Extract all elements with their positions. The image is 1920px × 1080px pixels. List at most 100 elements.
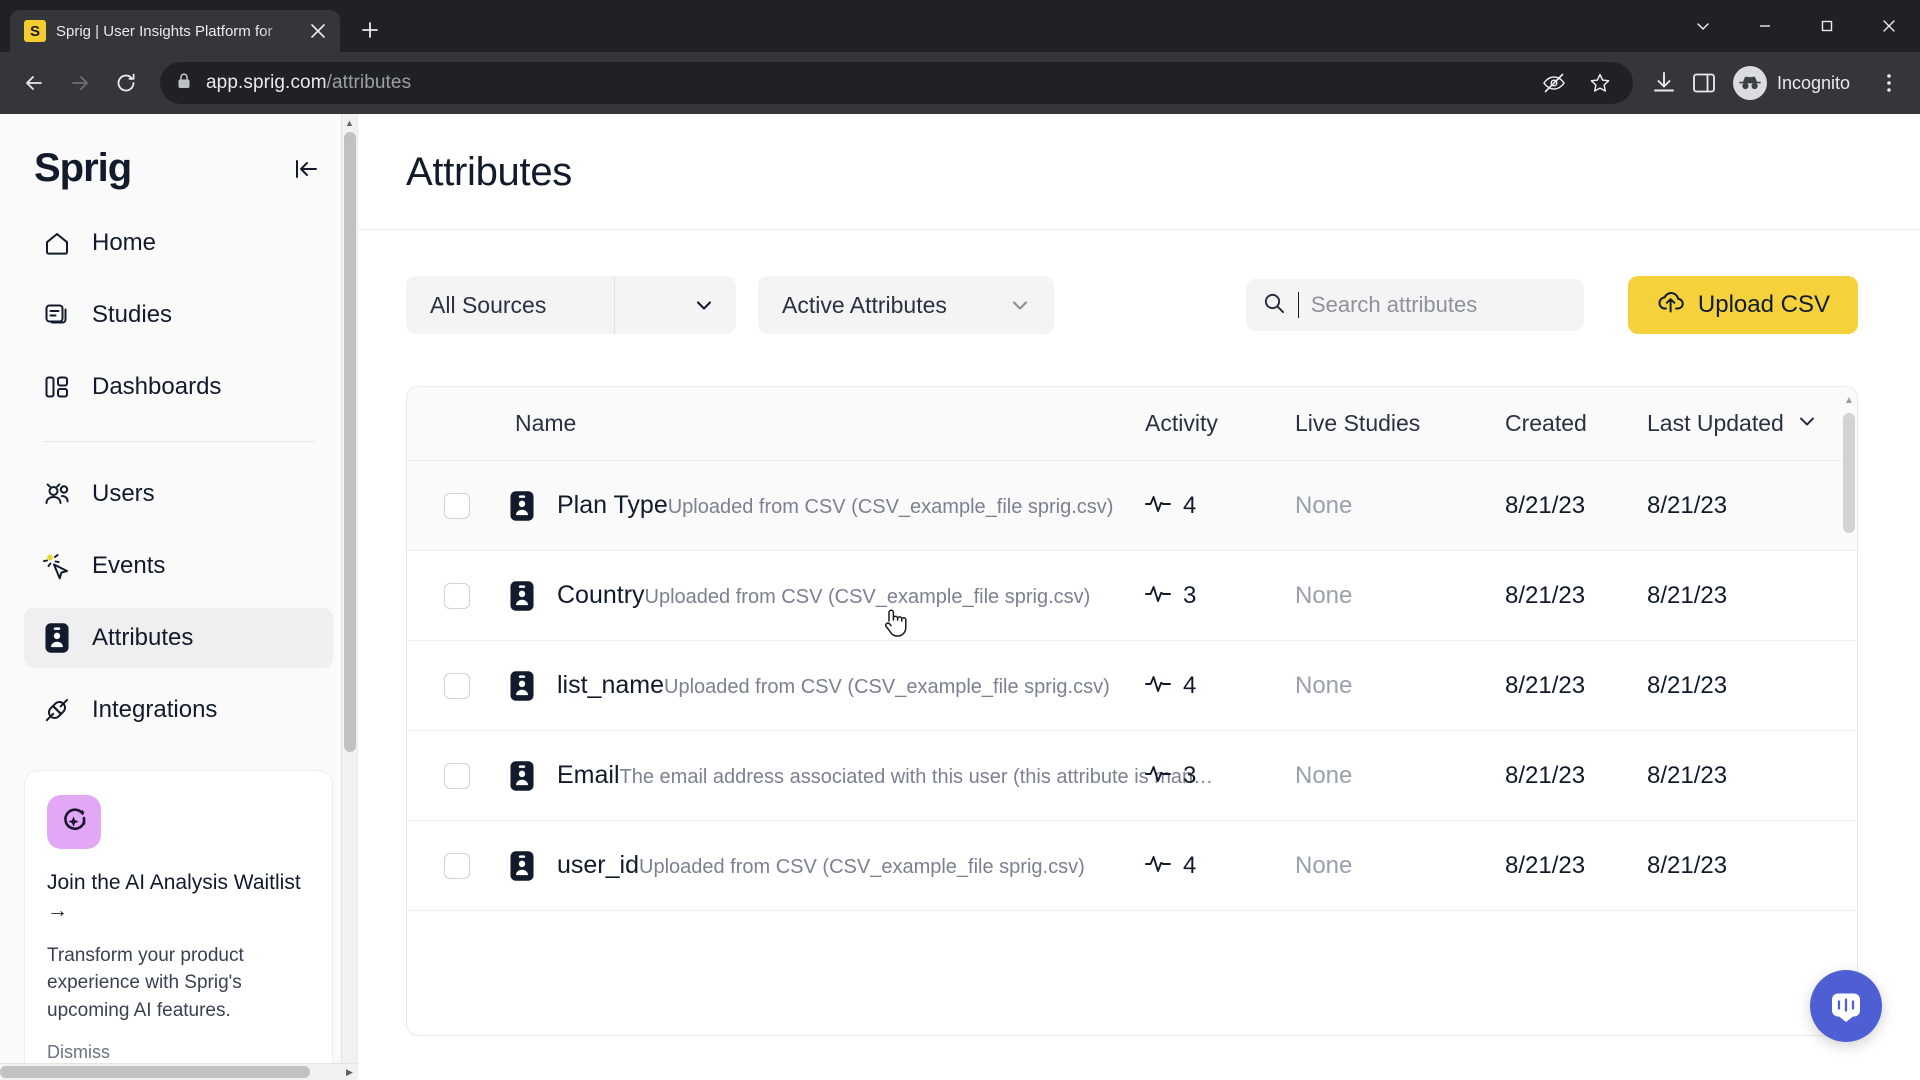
reload-button[interactable] — [106, 63, 146, 103]
column-header-name[interactable]: Name — [507, 410, 1145, 437]
attributes-id-icon — [507, 667, 537, 705]
sidebar-item-integrations[interactable]: Integrations — [24, 680, 333, 740]
sidebar-item-home[interactable]: Home — [24, 213, 333, 273]
chrome-menu-icon[interactable] — [1872, 66, 1906, 100]
attribute-description: Uploaded from CSV (CSV_example_file spri… — [664, 675, 1110, 698]
browser-toolbar: app.sprig.com/attributes Incognito — [0, 52, 1920, 114]
text-caret — [1297, 292, 1299, 318]
sidebar-item-studies[interactable]: Studies — [24, 285, 333, 345]
attribute-name-text: list_nameUploaded from CSV (CSV_example_… — [557, 670, 1110, 702]
search-icon — [1262, 291, 1286, 320]
attribute-name: Email — [557, 760, 620, 789]
back-button[interactable] — [14, 63, 54, 103]
sidebar-item-events[interactable]: Events — [24, 536, 333, 596]
status-filter-select[interactable]: Active Attributes — [758, 276, 1054, 334]
activity-count: 3 — [1183, 581, 1197, 609]
attribute-name: Country — [557, 580, 645, 609]
attribute-name-cell: user_idUploaded from CSV (CSV_example_fi… — [507, 847, 1145, 885]
scrollbar-thumb[interactable] — [0, 1066, 310, 1078]
table-row[interactable]: CountryUploaded from CSV (CSV_example_fi… — [407, 551, 1857, 641]
sidebar-horizontal-scrollbar[interactable]: ▶ — [0, 1063, 358, 1080]
ai-card-dismiss-button[interactable]: Dismiss — [47, 1042, 310, 1063]
source-filter-value: All Sources — [430, 291, 547, 318]
upload-csv-label: Upload CSV — [1697, 291, 1830, 318]
activity-pulse-icon — [1145, 492, 1171, 520]
sidebar-item-users[interactable]: Users — [24, 464, 333, 524]
ai-card-title[interactable]: Join the AI Analysis Waitlist → — [47, 869, 310, 926]
search-input[interactable]: Search attributes — [1245, 279, 1584, 331]
forward-button[interactable] — [60, 63, 100, 103]
status-filter-value: Active Attributes — [782, 291, 947, 318]
attribute-name-text: CountryUploaded from CSV (CSV_example_fi… — [557, 580, 1090, 612]
last-updated-cell: 8/21/23 — [1647, 761, 1728, 789]
maximize-button[interactable] — [1796, 0, 1858, 52]
row-checkbox[interactable] — [444, 582, 470, 609]
downloads-icon[interactable] — [1647, 66, 1681, 100]
browser-tab[interactable]: S Sprig | User Insights Platform for — [10, 10, 340, 52]
sidebar-item-attributes[interactable]: Attributes — [24, 608, 333, 668]
attributes-id-icon — [507, 757, 537, 795]
scroll-up-icon[interactable]: ▲ — [1843, 395, 1855, 406]
sidebar-nav: Home Studies Dashboards Users Events Att… — [0, 213, 357, 752]
tab-title: Sprig | User Insights Platform for — [56, 22, 273, 40]
close-window-button[interactable] — [1858, 0, 1920, 52]
upload-csv-button[interactable]: Upload CSV — [1627, 276, 1858, 334]
last-updated-cell: 8/21/23 — [1647, 671, 1728, 699]
activity-pulse-icon — [1145, 672, 1171, 700]
dashboards-icon — [42, 372, 72, 402]
row-checkbox[interactable] — [444, 492, 470, 519]
last-updated-cell: 8/21/23 — [1647, 581, 1728, 609]
activity-pulse-icon — [1145, 762, 1171, 790]
row-checkbox[interactable] — [444, 762, 470, 789]
home-icon — [42, 228, 72, 258]
bookmark-star-icon[interactable] — [1583, 66, 1617, 100]
table-row[interactable]: list_nameUploaded from CSV (CSV_example_… — [407, 641, 1857, 731]
address-bar[interactable]: app.sprig.com/attributes — [160, 62, 1633, 104]
activity-pulse-icon — [1145, 582, 1171, 610]
sidebar-item-dashboards[interactable]: Dashboards — [24, 357, 333, 417]
row-checkbox[interactable] — [444, 852, 470, 879]
intercom-chat-icon[interactable] — [1810, 970, 1882, 1042]
collapse-sidebar-icon[interactable] — [289, 152, 323, 186]
table-row[interactable]: user_idUploaded from CSV (CSV_example_fi… — [407, 821, 1857, 911]
scroll-up-icon[interactable]: ▲ — [342, 114, 357, 132]
attribute-name-cell: list_nameUploaded from CSV (CSV_example_… — [507, 667, 1145, 705]
table-vertical-scrollbar[interactable]: ▲ ▼ — [1843, 395, 1855, 1027]
table-row[interactable]: EmailThe email address associated with t… — [407, 731, 1857, 821]
sprig-logo[interactable]: Sprig — [34, 146, 132, 191]
row-checkbox[interactable] — [444, 672, 470, 699]
new-tab-button[interactable] — [350, 10, 390, 50]
minimize-button[interactable] — [1734, 0, 1796, 52]
page-viewport: Sprig Home Studies Dashboards Users Even… — [0, 114, 1920, 1080]
lock-icon — [176, 72, 192, 95]
source-filter-select[interactable]: All Sources — [406, 276, 736, 334]
tab-close-icon[interactable] — [306, 19, 330, 43]
live-studies-cell: None — [1295, 761, 1353, 789]
attribute-description: Uploaded from CSV (CSV_example_file spri… — [667, 495, 1114, 518]
sidebar-header: Sprig — [0, 114, 357, 213]
column-header-created[interactable]: Created — [1505, 410, 1647, 437]
column-header-activity[interactable]: Activity — [1145, 410, 1295, 437]
column-header-label: Activity — [1145, 410, 1218, 436]
side-panel-icon[interactable] — [1687, 66, 1721, 100]
scrollbar-thumb[interactable] — [344, 132, 356, 752]
incognito-profile-button[interactable]: Incognito — [1727, 63, 1866, 103]
url-host: app.sprig.com — [206, 72, 327, 93]
column-header-live-studies[interactable]: Live Studies — [1295, 410, 1505, 437]
scrollbar-thumb[interactable] — [1843, 413, 1855, 533]
sidebar: Sprig Home Studies Dashboards Users Even… — [0, 114, 358, 1080]
activity-cell: 4 — [1145, 492, 1295, 520]
attributes-id-icon — [507, 577, 537, 615]
row-checkbox-cell — [407, 672, 507, 699]
scroll-right-icon[interactable]: ▶ — [341, 1064, 358, 1080]
column-header-label: Name — [515, 410, 577, 436]
tab-search-chevron-icon[interactable] — [1672, 0, 1734, 52]
table-row[interactable]: Plan TypeUploaded from CSV (CSV_example_… — [407, 461, 1857, 551]
sidebar-vertical-scrollbar[interactable]: ▲ ▼ — [341, 114, 357, 1080]
url-path: /attributes — [326, 72, 412, 93]
sidebar-item-label: Users — [92, 480, 155, 507]
created-cell: 8/21/23 — [1505, 491, 1586, 519]
eye-blocked-icon[interactable] — [1537, 66, 1571, 100]
row-checkbox-cell — [407, 492, 507, 519]
column-header-last-updated[interactable]: Last Updated — [1647, 410, 1857, 438]
